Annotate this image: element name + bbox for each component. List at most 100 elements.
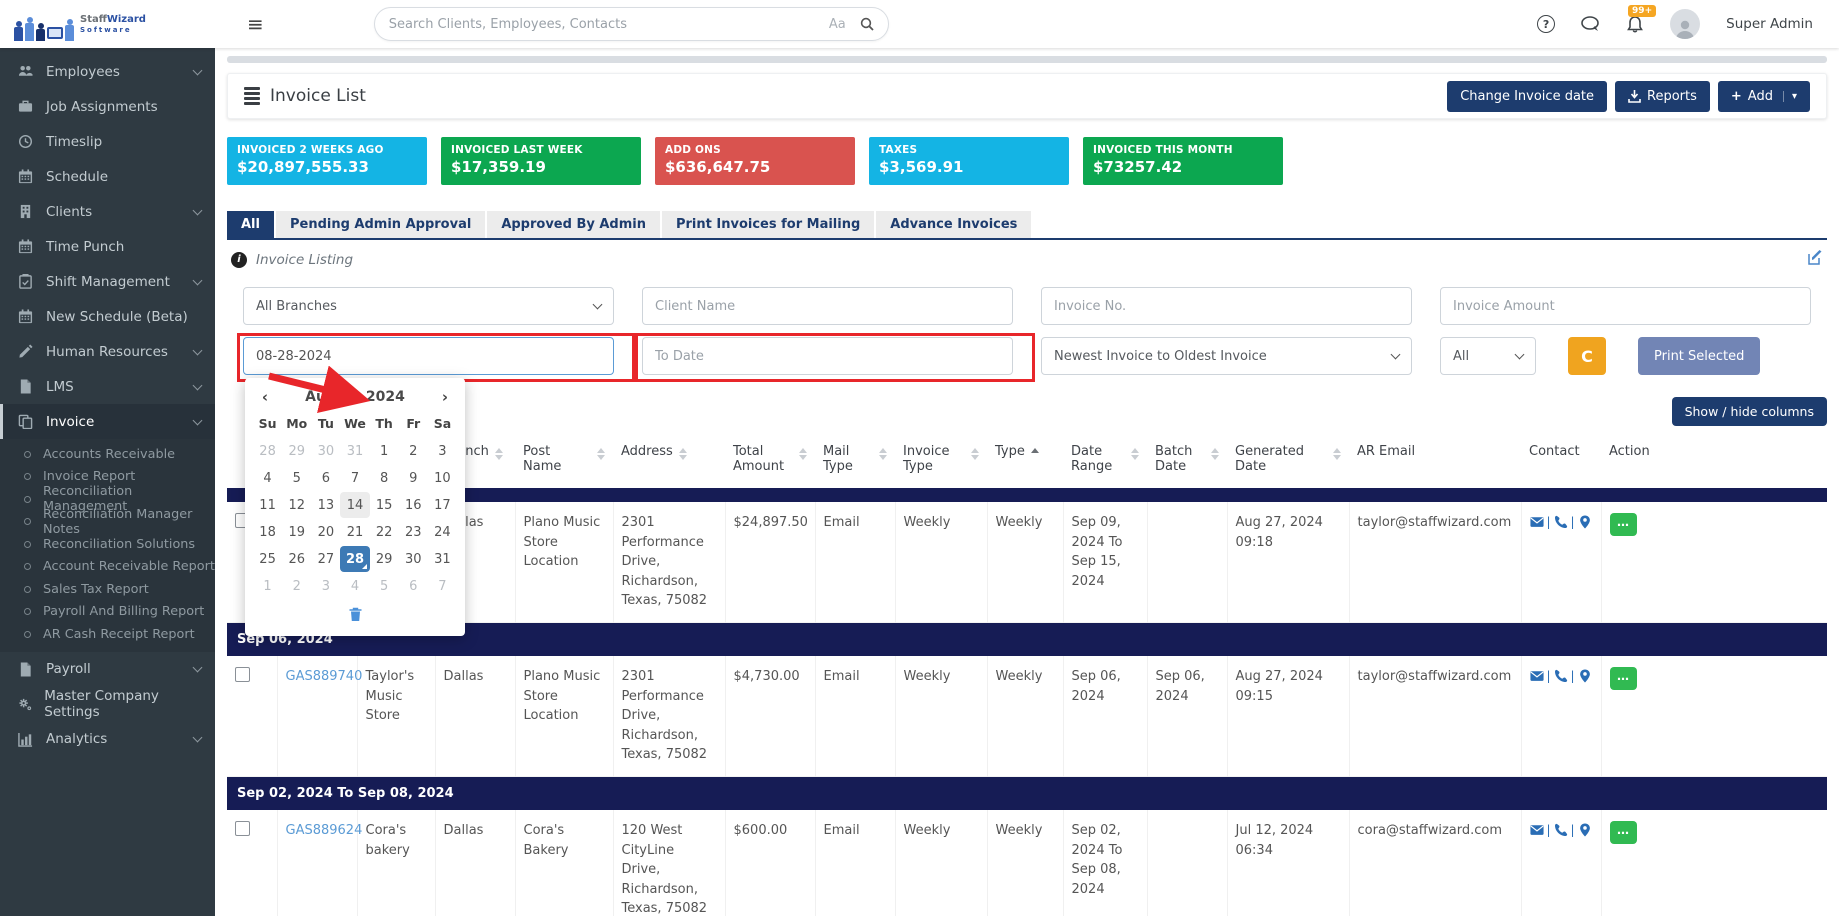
- calendar-day[interactable]: 19: [282, 519, 311, 545]
- sort-order-select[interactable]: Newest Invoice to Oldest Invoice: [1041, 337, 1412, 375]
- phone-contact-icon[interactable]: [1554, 515, 1568, 529]
- calendar-day[interactable]: 5: [282, 465, 311, 491]
- sidebar-item-shift-management[interactable]: Shift Management: [0, 264, 215, 299]
- calendar-day[interactable]: 1: [370, 438, 399, 464]
- user-name[interactable]: Super Admin: [1726, 16, 1813, 32]
- phone-contact-icon[interactable]: [1554, 823, 1568, 837]
- calendar-day-selected[interactable]: 28: [340, 546, 369, 572]
- row-actions-button[interactable]: ⋯: [1610, 821, 1637, 844]
- calendar-day[interactable]: 30: [399, 546, 428, 572]
- edit-icon[interactable]: [1808, 250, 1823, 269]
- calendar-day[interactable]: 2: [282, 573, 311, 599]
- row-checkbox[interactable]: [235, 667, 250, 682]
- column-header-contact[interactable]: Contact: [1521, 434, 1601, 488]
- column-header-date-range[interactable]: Date Range: [1063, 434, 1147, 488]
- sidebar-subitem-payroll-and-billing-report[interactable]: Payroll And Billing Report: [0, 601, 215, 624]
- calendar-day[interactable]: 8: [370, 465, 399, 491]
- sidebar-subitem-reconciliation-solutions[interactable]: Reconciliation Solutions: [0, 533, 215, 556]
- case-sensitivity-toggle[interactable]: Aa: [829, 17, 846, 32]
- sidebar-item-clients[interactable]: Clients: [0, 194, 215, 229]
- calendar-day[interactable]: 21: [340, 519, 369, 545]
- column-header-total-amount[interactable]: Total Amount: [725, 434, 815, 488]
- calendar-day[interactable]: 3: [428, 438, 457, 464]
- hamburger-menu-icon[interactable]: ≡: [247, 12, 264, 36]
- calendar-day[interactable]: 6: [311, 465, 340, 491]
- row-actions-button[interactable]: ⋯: [1610, 513, 1637, 536]
- calendar-day[interactable]: 10: [428, 465, 457, 491]
- calendar-day[interactable]: 20: [311, 519, 340, 545]
- calendar-clear-trash-icon[interactable]: [253, 599, 457, 628]
- calendar-day[interactable]: 7: [340, 465, 369, 491]
- sidebar-item-invoice[interactable]: Invoice: [0, 404, 215, 439]
- calendar-day[interactable]: 2: [399, 438, 428, 464]
- email-contact-icon[interactable]: [1530, 823, 1544, 837]
- reports-button[interactable]: Reports: [1615, 81, 1710, 112]
- location-pin-icon[interactable]: [1578, 823, 1592, 837]
- sidebar-item-master-company-settings[interactable]: Master Company Settings: [0, 687, 215, 722]
- calendar-day[interactable]: 6: [399, 573, 428, 599]
- sort-icon[interactable]: [1211, 448, 1219, 474]
- sort-icon[interactable]: [799, 448, 807, 474]
- sort-icon[interactable]: [679, 448, 687, 460]
- row-actions-button[interactable]: ⋯: [1610, 667, 1637, 690]
- sidebar-subitem-reconciliation-manager-notes[interactable]: Reconciliation Manager Notes: [0, 511, 215, 534]
- calendar-day[interactable]: 31: [340, 438, 369, 464]
- sort-icon[interactable]: [971, 448, 979, 474]
- sidebar-item-job-assignments[interactable]: Job Assignments: [0, 89, 215, 124]
- calendar-day[interactable]: 29: [282, 438, 311, 464]
- calendar-day[interactable]: 11: [253, 492, 282, 518]
- calendar-day[interactable]: 16: [399, 492, 428, 518]
- add-button[interactable]: + Add ▾: [1718, 81, 1810, 112]
- chat-icon[interactable]: [1581, 16, 1600, 33]
- calendar-day-today[interactable]: 14: [340, 492, 369, 518]
- calendar-day[interactable]: 29: [370, 546, 399, 572]
- calendar-day[interactable]: 12: [282, 492, 311, 518]
- sidebar-item-employees[interactable]: Employees: [0, 54, 215, 89]
- calendar-day[interactable]: 7: [428, 573, 457, 599]
- calendar-day[interactable]: 22: [370, 519, 399, 545]
- row-checkbox[interactable]: [235, 821, 250, 836]
- calendar-day[interactable]: 17: [428, 492, 457, 518]
- tab-approved-by-admin[interactable]: Approved By Admin: [487, 211, 660, 238]
- sort-icon[interactable]: [597, 448, 605, 474]
- email-contact-icon[interactable]: [1530, 515, 1544, 529]
- location-pin-icon[interactable]: [1578, 515, 1592, 529]
- search-input[interactable]: [389, 17, 829, 32]
- sidebar-item-timeslip[interactable]: Timeslip: [0, 124, 215, 159]
- tab-print-invoices-for-mailing[interactable]: Print Invoices for Mailing: [662, 211, 874, 238]
- sort-icon[interactable]: [1031, 448, 1039, 459]
- column-header-action[interactable]: Action: [1601, 434, 1827, 488]
- show-hide-columns-button[interactable]: Show / hide columns: [1672, 397, 1827, 426]
- calendar-day[interactable]: 5: [370, 573, 399, 599]
- from-date-input[interactable]: [256, 349, 601, 364]
- sidebar-subitem-account-receivable-report[interactable]: Account Receivable Report: [0, 556, 215, 579]
- calendar-day[interactable]: 3: [311, 573, 340, 599]
- sidebar-item-payroll[interactable]: Payroll: [0, 652, 215, 687]
- help-icon[interactable]: ?: [1537, 15, 1555, 33]
- email-contact-icon[interactable]: [1530, 669, 1544, 683]
- column-header-mail-type[interactable]: Mail Type: [815, 434, 895, 488]
- sidebar-item-new-schedule-beta[interactable]: New Schedule (Beta): [0, 299, 215, 334]
- search-icon[interactable]: [860, 17, 874, 31]
- calendar-day[interactable]: 4: [253, 465, 282, 491]
- tab-advance-invoices[interactable]: Advance Invoices: [876, 211, 1031, 238]
- tab-all[interactable]: All: [227, 211, 274, 238]
- sort-icon[interactable]: [879, 448, 887, 474]
- calendar-day[interactable]: 28: [253, 438, 282, 464]
- status-select[interactable]: All: [1440, 337, 1536, 375]
- calendar-day[interactable]: 1: [253, 573, 282, 599]
- column-header-generated-date[interactable]: Generated Date: [1227, 434, 1349, 488]
- sort-icon[interactable]: [1333, 448, 1341, 474]
- sidebar-item-lms[interactable]: LMS: [0, 369, 215, 404]
- calendar-day[interactable]: 27: [311, 546, 340, 572]
- sidebar-subitem-accounts-receivable[interactable]: Accounts Receivable: [0, 443, 215, 466]
- column-header-address[interactable]: Address: [613, 434, 725, 488]
- horizontal-scrollbar[interactable]: [227, 56, 1827, 63]
- calendar-day[interactable]: 26: [282, 546, 311, 572]
- invoice-amount-input[interactable]: [1453, 299, 1798, 314]
- sidebar-item-analytics[interactable]: Analytics: [0, 722, 215, 757]
- calendar-day[interactable]: 24: [428, 519, 457, 545]
- location-pin-icon[interactable]: [1578, 669, 1592, 683]
- tab-pending-admin-approval[interactable]: Pending Admin Approval: [276, 211, 485, 238]
- refresh-button[interactable]: C: [1568, 337, 1606, 375]
